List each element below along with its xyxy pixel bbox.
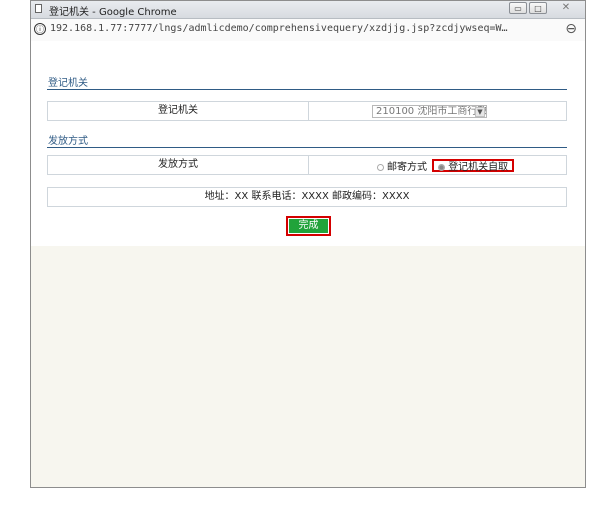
main-content: 登记机关 登记机关 210100 沈阳市工商行政管 ▼ 发放方式 发放方式 邮寄… xyxy=(31,41,585,246)
close-button[interactable]: ✕ xyxy=(549,2,583,14)
delivery-method-options-cell: 邮寄方式 登记机关自取 xyxy=(309,156,566,174)
url-field[interactable]: 192.168.1.77:7777/lngs/admlicdemo/compre… xyxy=(50,23,508,34)
window-controls: ▭ □ ✕ xyxy=(509,2,583,14)
registration-authority-row: 登记机关 210100 沈阳市工商行政管 ▼ xyxy=(47,101,567,121)
address-bar: ⓘ 192.168.1.77:7777/lngs/admlicdemo/comp… xyxy=(31,19,585,42)
chevron-down-icon[interactable]: ▼ xyxy=(475,107,485,117)
empty-page-area xyxy=(31,247,585,487)
self-pickup-highlight: 登记机关自取 xyxy=(432,159,515,173)
zoom-icon[interactable]: ⊖ xyxy=(565,21,577,37)
mail-delivery-radio[interactable] xyxy=(377,163,384,171)
delivery-method-row: 发放方式 邮寄方式 登记机关自取 xyxy=(47,155,567,175)
done-button[interactable]: 完成 xyxy=(289,219,328,233)
self-pickup-label: 登记机关自取 xyxy=(448,162,509,173)
done-button-highlight: 完成 xyxy=(286,216,331,236)
selected-authority-value: 210100 沈阳市工商行政管 xyxy=(376,106,487,117)
delivery-method-radio-group: 邮寄方式 登记机关自取 xyxy=(377,158,515,173)
maximize-button[interactable]: □ xyxy=(529,2,547,14)
registration-authority-value-cell: 210100 沈阳市工商行政管 ▼ xyxy=(309,102,566,120)
document-icon xyxy=(35,4,42,13)
self-pickup-radio[interactable] xyxy=(438,163,446,171)
delivery-method-title: 发放方式 xyxy=(48,136,88,147)
delivery-method-label: 发放方式 xyxy=(48,156,309,174)
delivery-section-divider xyxy=(47,147,567,148)
mail-delivery-label: 邮寄方式 xyxy=(387,162,427,173)
browser-window: 登记机关 - Google Chrome ▭ □ ✕ ⓘ 192.168.1.7… xyxy=(30,0,586,488)
registration-authority-label: 登记机关 xyxy=(48,102,309,120)
minimize-button[interactable]: ▭ xyxy=(509,2,527,14)
window-title: 登记机关 - Google Chrome xyxy=(49,7,177,18)
contact-address-line: 地址：XX 联系电话：XXXX 邮政编码：XXXX xyxy=(47,187,567,207)
registration-section-divider xyxy=(47,89,567,90)
title-bar: 登记机关 - Google Chrome ▭ □ ✕ xyxy=(31,1,585,19)
info-icon[interactable]: ⓘ xyxy=(34,23,46,35)
registration-authority-title: 登记机关 xyxy=(48,78,88,89)
registration-authority-select[interactable]: 210100 沈阳市工商行政管 ▼ xyxy=(372,105,487,118)
